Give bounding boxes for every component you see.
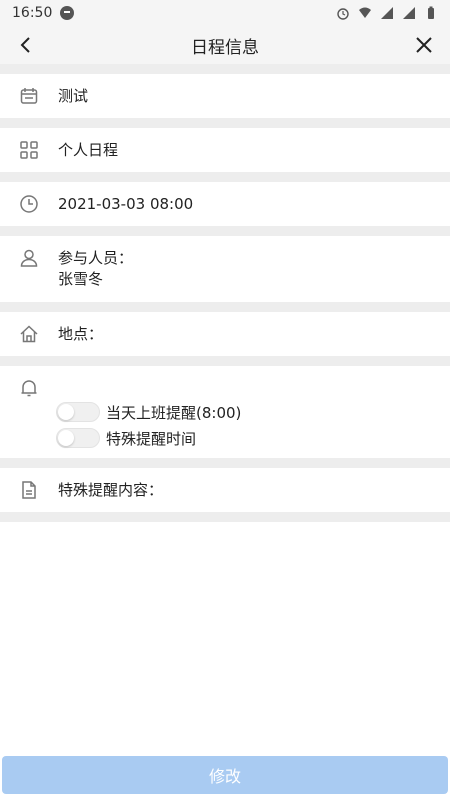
reminder-option-workday: 当天上班提醒(8:00) bbox=[56, 400, 434, 424]
person-icon bbox=[16, 248, 42, 268]
bell-icon bbox=[16, 378, 42, 398]
divider bbox=[0, 302, 450, 312]
divider bbox=[0, 512, 450, 522]
close-button[interactable] bbox=[410, 31, 438, 59]
participants-row: 参与人员： 张雪冬 bbox=[0, 236, 450, 302]
schedule-title-row: 测试 bbox=[0, 74, 450, 118]
divider bbox=[0, 356, 450, 366]
divider bbox=[0, 172, 450, 182]
divider bbox=[0, 118, 450, 128]
toggle-workday-reminder[interactable] bbox=[56, 402, 100, 422]
participants-value: 张雪冬 bbox=[58, 270, 104, 288]
toggle-knob bbox=[58, 404, 74, 420]
toggle-knob bbox=[58, 430, 74, 446]
schedule-datetime-row: 2021-03-03 08:00 bbox=[0, 182, 450, 226]
wifi-icon bbox=[359, 7, 371, 18]
back-button[interactable] bbox=[12, 31, 40, 59]
chevron-left-icon bbox=[20, 37, 30, 53]
toggle-special-reminder[interactable] bbox=[56, 428, 100, 448]
participants-label: 参与人员： bbox=[58, 249, 134, 267]
reminder-option-special: 特殊提醒时间 bbox=[56, 426, 434, 450]
calendar-icon bbox=[16, 86, 42, 106]
special-content-row: 特殊提醒内容： bbox=[0, 468, 450, 512]
schedule-type-row: 个人日程 bbox=[0, 128, 450, 172]
message-icon bbox=[60, 6, 75, 20]
edit-button[interactable]: 修改 bbox=[2, 756, 448, 794]
divider bbox=[0, 64, 450, 74]
reminder-row: 当天上班提醒(8:00) 特殊提醒时间 bbox=[0, 366, 450, 458]
location-row: 地点： bbox=[0, 312, 450, 356]
special-content-label: 特殊提醒内容： bbox=[58, 481, 164, 499]
home-icon bbox=[16, 324, 42, 344]
schedule-title: 测试 bbox=[58, 87, 89, 105]
signal-icon bbox=[381, 7, 393, 19]
clock-icon bbox=[16, 194, 42, 214]
divider bbox=[0, 458, 450, 468]
location-label: 地点： bbox=[58, 325, 104, 343]
status-bar: 16:50 bbox=[0, 0, 450, 26]
page-title: 日程信息 bbox=[191, 37, 259, 58]
schedule-type: 个人日程 bbox=[58, 141, 119, 159]
document-icon bbox=[16, 480, 42, 500]
divider bbox=[0, 226, 450, 236]
schedule-datetime: 2021-03-03 08:00 bbox=[58, 195, 194, 213]
status-time: 16:50 bbox=[12, 5, 53, 21]
battery-icon bbox=[428, 6, 434, 19]
reminder-option-label: 当天上班提醒(8:00) bbox=[106, 403, 242, 422]
reminder-option-label: 特殊提醒时间 bbox=[106, 429, 197, 448]
alarm-icon bbox=[337, 8, 349, 20]
grid-icon bbox=[16, 140, 42, 160]
signal-icon bbox=[403, 7, 415, 19]
header-bar: 日程信息 bbox=[0, 26, 450, 64]
close-icon bbox=[416, 37, 432, 53]
